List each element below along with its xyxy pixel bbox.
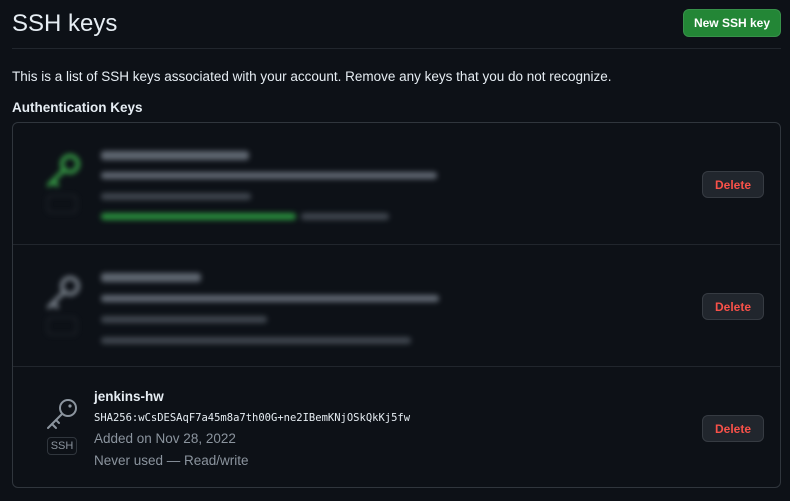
- key-usage-status: Never used — Read/write: [94, 453, 249, 468]
- redacted-added-date: [101, 316, 267, 323]
- key-icon: [43, 273, 83, 313]
- header-divider: [12, 48, 781, 49]
- redacted-last-used: [101, 213, 296, 220]
- redacted-last-used: [101, 337, 411, 344]
- ssh-badge: SSH: [47, 437, 77, 455]
- section-title-authentication-keys: Authentication Keys: [12, 100, 143, 115]
- ssh-badge: [47, 317, 77, 335]
- key-icon: [43, 151, 83, 191]
- redacted-access: [301, 213, 389, 220]
- redacted-key-name: [101, 151, 249, 160]
- redacted-fingerprint: [101, 172, 437, 179]
- ssh-key-row: Delete: [13, 245, 780, 367]
- ssh-key-row: SSH jenkins-hw SHA256:wCsDESAqF7a45m8a7t…: [13, 367, 780, 487]
- redacted-key-name: [101, 273, 201, 282]
- ssh-key-row: Delete: [13, 123, 780, 245]
- delete-key-button[interactable]: Delete: [702, 171, 764, 198]
- ssh-keys-page: SSH keys New SSH key This is a list of S…: [0, 0, 790, 501]
- delete-key-button[interactable]: Delete: [702, 293, 764, 320]
- redacted-added-date: [101, 193, 251, 200]
- page-description: This is a list of SSH keys associated wi…: [12, 69, 612, 84]
- delete-key-button[interactable]: Delete: [702, 415, 764, 442]
- ssh-badge: [47, 195, 77, 213]
- ssh-keys-list: Delete Delete SSH jenkins-hw SHA256:wCsD…: [12, 122, 781, 488]
- key-fingerprint: SHA256:wCsDESAqF7a45m8a7th00G+ne2IBemKNj…: [94, 412, 411, 424]
- page-title: SSH keys: [12, 10, 118, 37]
- key-added-date: Added on Nov 28, 2022: [94, 431, 236, 446]
- key-icon: [43, 395, 83, 435]
- redacted-fingerprint: [101, 295, 439, 302]
- key-title: jenkins-hw: [94, 389, 164, 404]
- new-ssh-key-button[interactable]: New SSH key: [683, 9, 781, 37]
